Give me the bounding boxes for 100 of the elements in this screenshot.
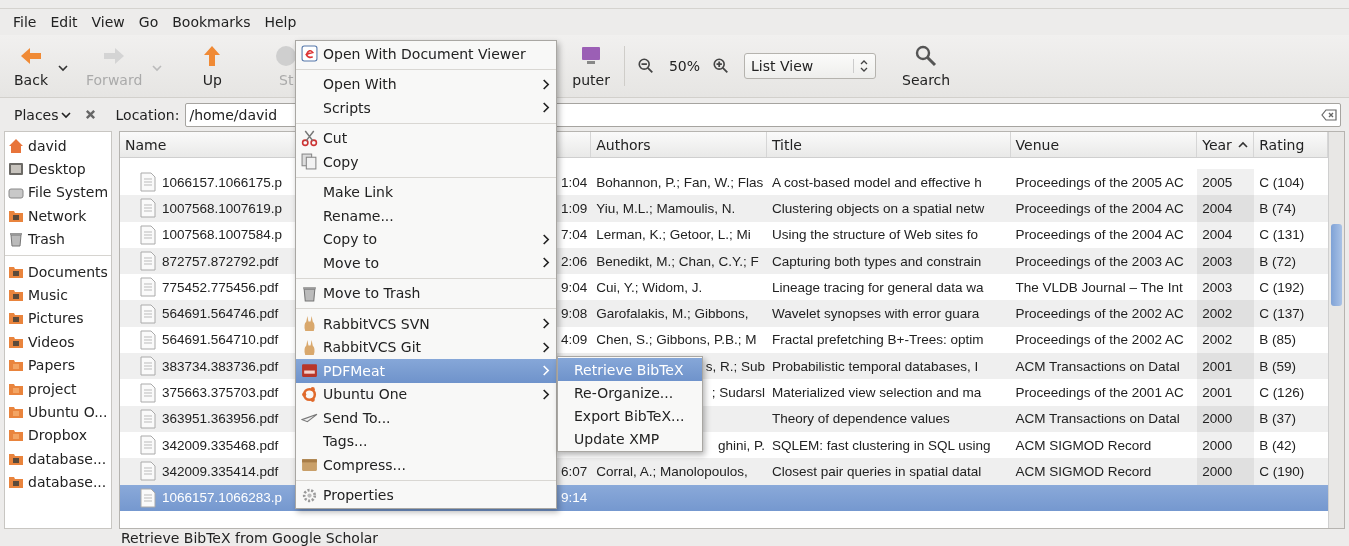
menu-item[interactable]: Go [131,14,166,30]
table-cell: Corral, A.; Manolopoulos, [596,463,748,479]
document-icon [140,435,156,456]
menu-item[interactable]: Bookmarks [165,14,258,30]
table-cell: Capturing both types and constrain [771,253,982,269]
table-cell: Proceedings of the 2002 AC [1015,332,1184,348]
table-cell: 2004 [1202,227,1233,243]
menu-item[interactable]: Compress... [296,453,556,477]
menu-item[interactable]: Move to [296,251,556,275]
table-cell: 9:14 [560,490,588,506]
file-name[interactable]: 342009.335468.pdf [162,437,279,453]
file-name[interactable]: 1066157.1066175.p [162,174,283,190]
zoom-out-icon[interactable] [636,57,655,75]
table-cell: 9:04 [560,279,588,295]
table-cell: 2001 [1202,385,1233,400]
menu-item[interactable]: Copy to [296,227,556,251]
sidebar-item[interactable]: database... [5,447,111,471]
table-cell: Closest pair queries in spatial datal [771,463,982,479]
sidebar-item[interactable]: david [5,134,111,158]
zoom-in-icon[interactable] [712,57,731,75]
toolbar-button[interactable]: puter [566,44,616,88]
table-cell: B (59) [1259,358,1296,374]
menu-item[interactable]: Edit [43,14,85,30]
table-cell: B (42) [1259,437,1296,453]
clear-icon[interactable] [1321,108,1337,121]
table-cell: Yiu, M.L.; Mamoulis, N. [596,200,736,216]
file-name[interactable]: 1007568.1007584.p [162,227,283,243]
file-name[interactable]: 342009.335414.pdf [162,463,279,479]
sort-ascending-icon [1237,139,1248,150]
menu-item[interactable]: Move to Trash [296,281,556,305]
menu-item[interactable]: Re-Organize... [558,381,702,404]
menu-item[interactable]: Make Link [296,180,556,204]
sidebar-item[interactable]: Papers [5,353,111,377]
table-cell: C (104) [1259,174,1305,190]
trash-icon [301,284,318,302]
menu-item[interactable]: Send To... [296,406,556,430]
places-dropdown[interactable]: Places [8,106,77,123]
menu-item[interactable]: Export BibTeX... [558,404,702,427]
column-header[interactable]: Venue [1010,132,1198,157]
table-cell: B (85) [1259,332,1296,348]
table-cell: s, R.; Sub [705,358,765,374]
sidebar-item[interactable]: Documents [5,259,111,284]
sidebar-item[interactable]: project [5,376,111,401]
menu-item[interactable]: View [84,14,132,30]
sidebar-item[interactable]: database... [5,470,111,494]
close-icon[interactable] [84,109,96,120]
sidebar-item[interactable]: Music [5,283,111,307]
menu-item[interactable]: Cut [296,126,556,150]
chevron-right-icon [541,77,550,91]
sidebar-item[interactable]: Trash [5,227,111,251]
sidebar-item[interactable]: Desktop [5,157,111,181]
toolbar-button[interactable]: Back [8,44,54,88]
file-name[interactable]: 872757.872792.pdf [162,253,279,269]
chevron-right-icon [541,317,550,331]
file-name[interactable]: 363951.363956.pdf [162,411,279,427]
file-name[interactable]: 775452.775456.pdf [162,279,279,295]
menu-item[interactable]: Rename... [296,204,556,228]
table-cell: 2002 [1202,306,1233,322]
menu-item[interactable]: RabbitVCS Git [296,335,556,359]
menu-item[interactable]: Ubuntu One [296,382,556,406]
rabbit-icon [301,315,318,333]
sidebar-item[interactable]: Network [5,204,111,228]
column-header[interactable]: Title [766,132,1011,157]
file-name[interactable]: 1007568.1007619.p [162,200,283,216]
sidebar-item[interactable]: Ubuntu O... [5,400,111,424]
column-header[interactable]: Year [1197,132,1255,157]
file-name[interactable]: 375663.375703.pdf [162,385,279,400]
table-cell: B (72) [1259,253,1296,269]
sidebar-item[interactable]: File System [5,180,111,205]
scrollbar[interactable] [1328,132,1344,528]
file-name[interactable]: 564691.564710.pdf [162,332,279,348]
view-select[interactable]: List View [744,53,877,79]
table-cell: Theory of dependence values [771,411,950,427]
chevron-right-icon [541,387,550,401]
menu-item[interactable]: Update XMP [558,427,702,450]
menu-item[interactable]: RabbitVCS SVN [296,312,556,336]
menu-item[interactable]: File [6,14,44,30]
column-header[interactable]: Authors [591,132,767,157]
menu-item[interactable]: Properties [296,483,556,507]
table-cell: Proceedings of the 2003 AC [1015,253,1184,269]
scissors-icon [301,129,318,147]
rabbit-icon [301,338,318,356]
document-icon [140,329,156,350]
sidebar-item[interactable]: Pictures [5,306,111,331]
search-button[interactable]: Search [896,44,957,88]
caret-icon[interactable] [58,63,68,73]
file-name[interactable]: 383734.383736.pdf [162,358,279,374]
toolbar-button[interactable]: Up [194,44,231,88]
sidebar-item[interactable]: Dropbox [5,423,111,448]
sidebar-item[interactable]: Videos [5,330,111,354]
table-cell: B (37) [1259,411,1296,427]
document-icon [140,198,156,219]
table-cell: ACM SIGMOD Record [1015,463,1152,479]
menu-item[interactable]: Tags... [296,429,556,453]
file-name[interactable]: 564691.564746.pdf [162,306,279,322]
table-cell: 2004 [1202,200,1233,216]
menu-item[interactable]: Copy [296,150,556,174]
scrollbar-thumb[interactable] [1331,224,1342,306]
menu-item[interactable]: Help [257,14,304,30]
table-cell: B (74) [1259,200,1296,216]
